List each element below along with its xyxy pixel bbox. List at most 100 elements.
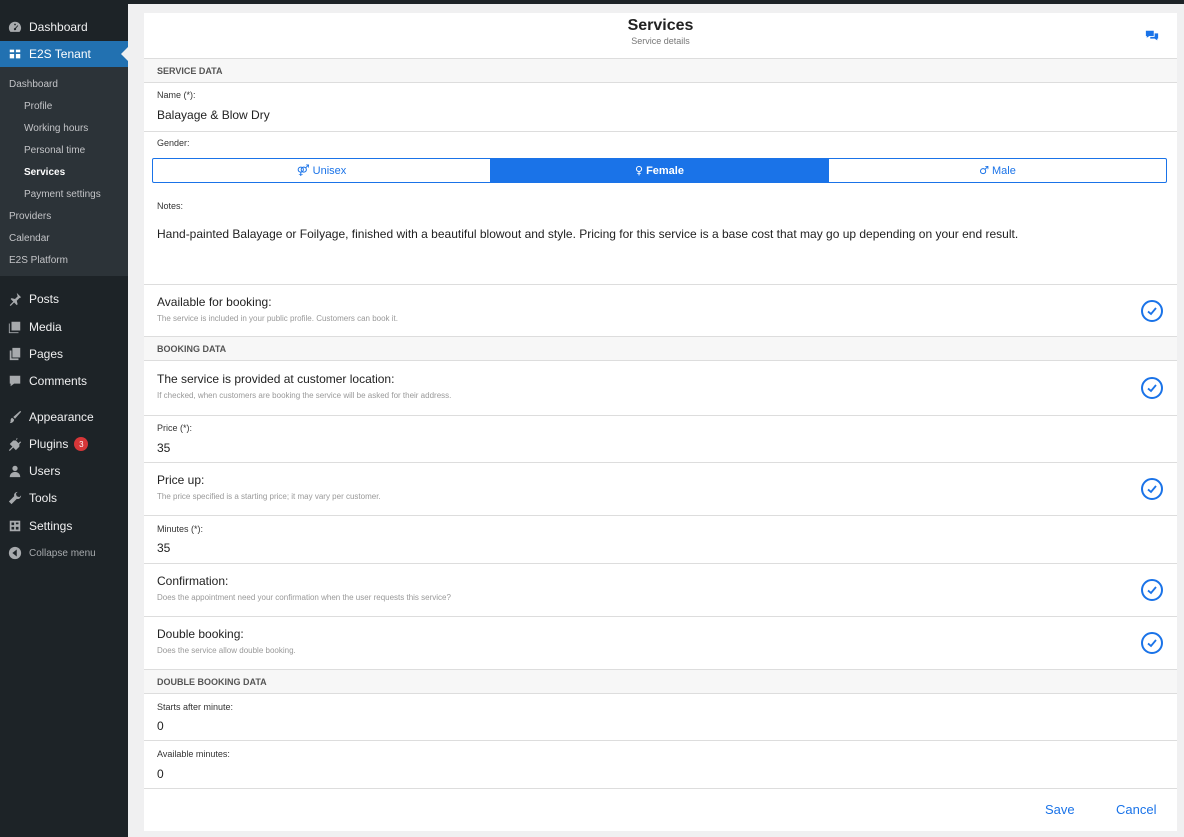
settings-icon — [8, 519, 22, 533]
divider — [144, 462, 1177, 463]
submenu-label: Providers — [9, 210, 52, 222]
submenu-label: Payment settings — [24, 188, 101, 200]
sidebar-item-users[interactable]: Users — [0, 458, 128, 484]
price-up-desc: The price specified is a starting price;… — [157, 492, 381, 501]
section-header-booking-data: BOOKING DATA — [144, 336, 1177, 361]
female-icon: ♀ — [635, 164, 644, 177]
price-field[interactable]: 35 — [157, 441, 170, 455]
sidebar-item-plugins[interactable]: Plugins 3 — [0, 431, 128, 457]
submenu-item-working-hours[interactable]: Working hours — [0, 117, 128, 139]
sidebar-item-settings[interactable]: Settings — [0, 513, 128, 539]
divider — [144, 788, 1177, 789]
submenu-item-personal-time[interactable]: Personal time — [0, 139, 128, 161]
sidebar-item-label: Settings — [29, 519, 73, 533]
gender-label: Gender: — [157, 138, 190, 148]
chat-icon[interactable] — [1145, 29, 1159, 43]
unisex-icon: ⚤ — [296, 164, 310, 177]
check-icon — [1147, 307, 1157, 316]
submenu-label: Dashboard — [9, 78, 58, 90]
submenu-item-calendar[interactable]: Calendar — [0, 227, 128, 249]
available-for-booking-toggle[interactable] — [1141, 300, 1163, 322]
confirmation-title: Confirmation: — [157, 574, 229, 588]
price-up-toggle[interactable] — [1141, 478, 1163, 500]
divider — [144, 284, 1177, 285]
collapse-menu-button[interactable]: Collapse menu — [0, 540, 128, 566]
sidebar-item-label: Collapse menu — [29, 547, 96, 559]
customer-location-desc: If checked, when customers are booking t… — [157, 391, 452, 400]
section-header-double-booking-data: DOUBLE BOOKING DATA — [144, 669, 1177, 694]
sidebar-item-label: Pages — [29, 347, 64, 361]
submenu-item-e2s-platform[interactable]: E2S Platform — [0, 249, 128, 271]
notes-field[interactable]: Hand-painted Balayage or Foilyage, finis… — [157, 227, 1018, 241]
gender-option-label: Female — [646, 164, 684, 177]
gender-option-label: Unisex — [312, 164, 347, 177]
sidebar-item-label: Media — [29, 320, 62, 334]
minutes-label: Minutes (*): — [157, 524, 204, 534]
dashboard-icon — [8, 20, 22, 34]
sidebar-item-label: Dashboard — [29, 20, 88, 34]
double-booking-desc: Does the service allow double booking. — [157, 646, 296, 655]
plugin-update-badge: 3 — [74, 437, 89, 451]
gender-option-female[interactable]: ♀ Female — [491, 159, 829, 182]
plugin-icon — [8, 437, 22, 451]
gender-option-male[interactable]: ♂ Male — [829, 159, 1166, 182]
sidebar-item-posts[interactable]: Posts — [0, 286, 128, 312]
check-icon — [1147, 586, 1157, 595]
media-icon — [8, 320, 22, 334]
available-for-booking-desc: The service is included in your public p… — [157, 314, 398, 323]
male-icon: ♂ — [979, 164, 990, 177]
check-icon — [1147, 485, 1157, 494]
sidebar-item-label: Appearance — [29, 410, 94, 424]
submenu-label: Profile — [24, 100, 53, 112]
available-minutes-field[interactable]: 0 — [157, 767, 164, 781]
minutes-field[interactable]: 35 — [157, 541, 170, 555]
pin-icon — [8, 292, 22, 306]
check-icon — [1147, 384, 1157, 393]
gender-option-unisex[interactable]: ⚤ Unisex — [153, 159, 491, 182]
confirmation-toggle[interactable] — [1141, 579, 1163, 601]
sidebar-item-appearance[interactable]: Appearance — [0, 404, 128, 430]
submenu-label: Personal time — [24, 144, 86, 156]
submenu-item-dashboard[interactable]: Dashboard — [0, 73, 128, 95]
name-label: Name (*): — [157, 90, 196, 100]
customer-location-toggle[interactable] — [1141, 377, 1163, 399]
sidebar-item-label: E2S Tenant — [29, 47, 91, 61]
submenu-label: E2S Platform — [9, 254, 68, 266]
cancel-button[interactable]: Cancel — [1116, 802, 1156, 817]
starts-after-field[interactable]: 0 — [157, 719, 164, 733]
customer-location-title: The service is provided at customer loca… — [157, 372, 395, 386]
divider — [144, 515, 1177, 516]
confirmation-desc: Does the appointment need your confirmat… — [157, 593, 451, 602]
comment-icon — [8, 374, 22, 388]
sidebar-item-label: Posts — [29, 292, 60, 306]
sidebar-item-label: Users — [29, 464, 61, 478]
sidebar-item-pages[interactable]: Pages — [0, 341, 128, 367]
sidebar-item-comments[interactable]: Comments — [0, 368, 128, 394]
submenu-item-providers[interactable]: Providers — [0, 205, 128, 227]
submenu-item-services[interactable]: Services — [0, 161, 128, 183]
divider — [144, 131, 1177, 132]
double-booking-title: Double booking: — [157, 627, 244, 641]
divider — [144, 616, 1177, 617]
wrench-icon — [8, 491, 22, 505]
available-minutes-label: Available minutes: — [157, 749, 230, 759]
page-title: Services — [627, 17, 694, 34]
sidebar-item-label: Plugins — [29, 437, 69, 451]
notes-label: Notes: — [157, 201, 184, 211]
submenu-item-profile[interactable]: Profile — [0, 95, 128, 117]
submenu-label: Working hours — [24, 122, 89, 134]
save-button[interactable]: Save — [1045, 802, 1075, 817]
sidebar-item-dashboard[interactable]: Dashboard — [0, 14, 128, 40]
service-details-card: Services Service details SERVICE DATA Na… — [144, 13, 1177, 831]
double-booking-toggle[interactable] — [1141, 632, 1163, 654]
sidebar-item-tools[interactable]: Tools — [0, 485, 128, 511]
submenu-label: Services — [24, 166, 66, 178]
tenant-icon — [8, 47, 22, 61]
sidebar-item-e2s-tenant[interactable]: E2S Tenant — [0, 41, 128, 67]
page-subtitle: Service details — [631, 36, 690, 46]
name-field[interactable]: Balayage & Blow Dry — [157, 108, 270, 122]
user-icon — [8, 464, 22, 478]
sidebar-item-media[interactable]: Media — [0, 314, 128, 340]
card-header: Services Service details — [144, 13, 1177, 59]
submenu-item-payment-settings[interactable]: Payment settings — [0, 183, 128, 205]
